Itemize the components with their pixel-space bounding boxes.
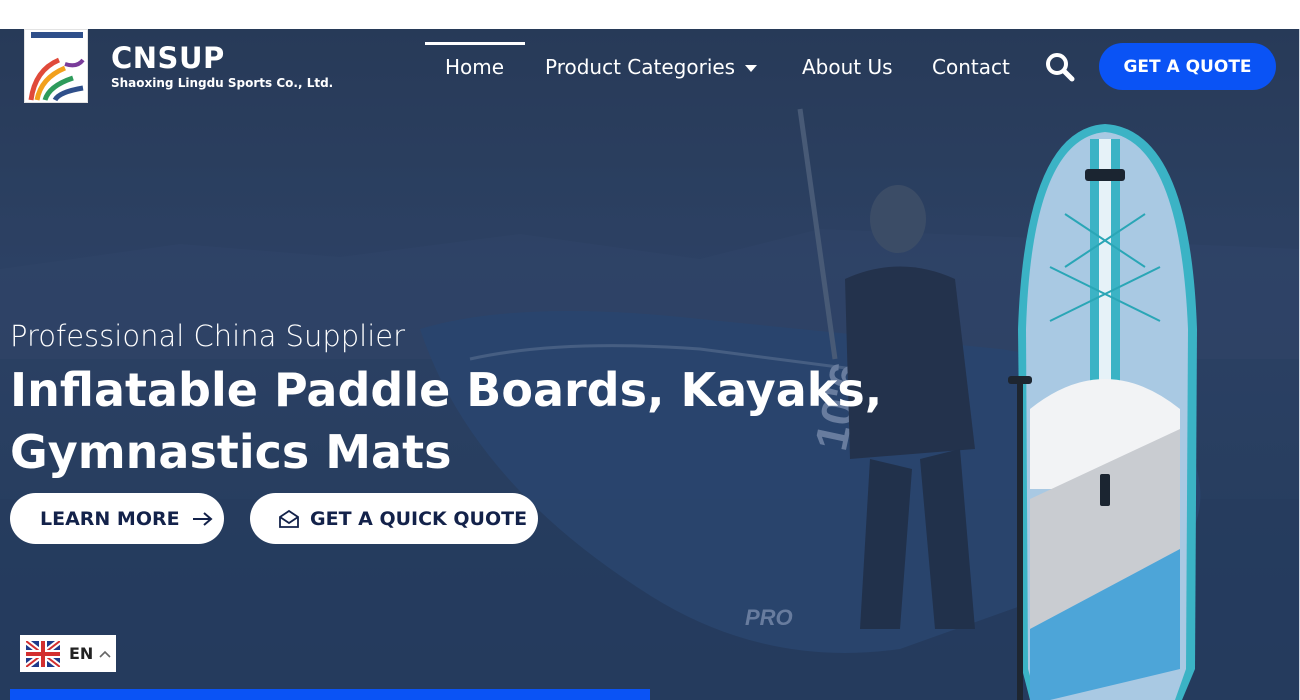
logo-emblem-icon: [28, 32, 85, 102]
sup-board-image: [1008, 124, 1197, 700]
nav-product-categories[interactable]: Product Categories: [545, 55, 758, 79]
get-a-quote-button[interactable]: GET A QUOTE: [1099, 43, 1276, 90]
arrow-right-icon: [192, 511, 213, 526]
hero-headline: Inflatable Paddle Boards, Kayaks, Gymnas…: [10, 363, 883, 479]
envelope-icon: [279, 509, 299, 528]
get-quick-quote-button[interactable]: GET A QUICK QUOTE: [250, 493, 538, 544]
uk-flag-icon: [26, 640, 60, 667]
nav-home[interactable]: Home: [445, 55, 504, 79]
nav-about-us[interactable]: About Us: [802, 55, 893, 79]
language-selector[interactable]: EN: [20, 635, 116, 672]
hero-subtitle: Professional China Supplier: [10, 319, 406, 353]
brand-name[interactable]: CNSUP: [111, 41, 225, 75]
nav-active-indicator: [425, 42, 525, 45]
company-logo[interactable]: [24, 29, 88, 103]
caret-down-icon: [745, 65, 758, 72]
learn-more-button[interactable]: LEARN MORE: [10, 493, 224, 544]
language-code: EN: [69, 644, 94, 663]
hero-section: 10'6 PRO CNSUP Shaoxing Lingdu Sports Co…: [0, 29, 1300, 700]
search-button[interactable]: [1044, 51, 1076, 83]
brand-subtitle: Shaoxing Lingdu Sports Co., Ltd.: [111, 76, 334, 90]
get-quick-quote-label: GET A QUICK QUOTE: [310, 507, 528, 530]
top-white-bar: [0, 0, 1300, 29]
search-icon: [1046, 53, 1075, 82]
nav-product-categories-label: Product Categories: [545, 55, 736, 79]
nav-contact[interactable]: Contact: [932, 55, 1010, 79]
learn-more-label: LEARN MORE: [40, 507, 180, 530]
bottom-accent-bar: [10, 689, 650, 700]
chevron-up-icon: [99, 650, 111, 658]
